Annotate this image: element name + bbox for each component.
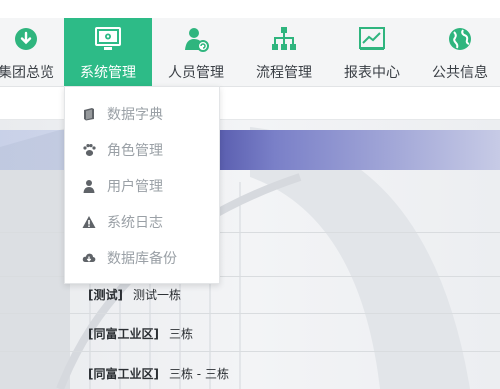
menu-item-system-log[interactable]: 系统日志 <box>65 203 219 239</box>
top-strip <box>0 0 500 18</box>
cloud-download-icon <box>82 253 96 262</box>
nav-item-group-overview[interactable]: 集团总览 <box>0 18 64 86</box>
list-item[interactable]: [同富工业区] 三栋 <box>88 325 193 342</box>
list-item-tag: [同富工业区] <box>88 327 159 341</box>
list-item-tag: [同富工业区] <box>88 367 159 381</box>
warning-icon <box>82 216 96 228</box>
nav-item-process-management[interactable]: 流程管理 <box>245 18 323 86</box>
menu-item-label: 角色管理 <box>107 143 163 159</box>
list-item[interactable]: [测试] 测试一栋 <box>88 286 181 303</box>
list-item[interactable]: [同富工业区] 三栋 - 三栋 <box>88 365 229 382</box>
list-item-text: 三栋 - 三栋 <box>168 367 229 381</box>
cloud-download-icon <box>15 28 37 50</box>
org-chart-icon <box>272 27 296 50</box>
nav-item-label: 公共信息 <box>432 65 488 81</box>
nav-item-label: 人员管理 <box>168 65 224 81</box>
menu-item-label: 系统日志 <box>107 215 163 231</box>
row-divider <box>0 351 500 352</box>
nav-item-public-info[interactable]: 公共信息 <box>420 18 500 86</box>
monitor-settings-icon <box>95 27 121 50</box>
row-divider <box>0 313 500 314</box>
user-icon <box>83 180 95 193</box>
menu-item-role-management[interactable]: 角色管理 <box>65 131 219 167</box>
menu-item-label: 数据字典 <box>107 107 163 123</box>
system-management-dropdown: 数据字典 角色管理 用户管理 系统日志 数据库备份 <box>64 86 220 284</box>
menu-item-data-dictionary[interactable]: 数据字典 <box>65 95 219 131</box>
nav-item-label: 系统管理 <box>80 65 136 81</box>
line-chart-icon <box>359 27 385 50</box>
menu-item-label: 用户管理 <box>107 179 163 195</box>
nav-item-personnel-management[interactable]: 人员管理 <box>156 18 236 86</box>
nav-item-label: 报表中心 <box>344 65 400 81</box>
user-refresh-icon <box>185 28 209 52</box>
menu-item-label: 数据库备份 <box>107 251 177 267</box>
menu-item-database-backup[interactable]: 数据库备份 <box>65 239 219 275</box>
globe-icon <box>449 28 471 50</box>
nav-item-system-management[interactable]: 系统管理 <box>64 18 152 86</box>
main-nav: 集团总览 系统管理 人员管理 流程管理 报表中心 公共信息 <box>0 18 500 87</box>
list-item-text: 三栋 <box>168 327 193 341</box>
list-item-text: 测试一栋 <box>132 288 181 302</box>
nav-item-report-center[interactable]: 报表中心 <box>333 18 411 86</box>
book-icon <box>84 108 94 121</box>
nav-item-label: 流程管理 <box>256 65 312 81</box>
nav-item-label: 集团总览 <box>0 65 54 81</box>
paw-icon <box>83 144 96 156</box>
menu-item-user-management[interactable]: 用户管理 <box>65 167 219 203</box>
list-item-tag: [测试] <box>88 288 123 302</box>
